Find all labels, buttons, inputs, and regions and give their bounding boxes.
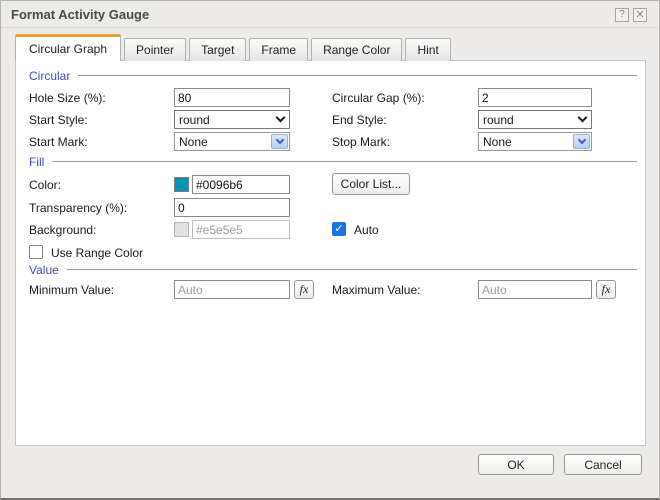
section-circular: Circular [29, 68, 637, 83]
tab-hint[interactable]: Hint [405, 38, 450, 61]
row-start-stop-mark: Start Mark: None Stop Mark: None [16, 132, 645, 152]
section-value: Value [29, 262, 637, 277]
use-range-color-checkbox[interactable] [29, 245, 43, 259]
chevron-down-icon [578, 113, 588, 123]
start-style-select[interactable]: round [174, 110, 290, 129]
background-label: Background: [29, 223, 96, 237]
chevron-down-icon [577, 136, 585, 144]
combo-dropdown-button[interactable] [573, 134, 590, 149]
minimum-value-input[interactable] [174, 280, 290, 299]
minimum-fx-button[interactable]: fx [294, 280, 314, 299]
row-color: Color: Color List... [16, 173, 645, 196]
row-hole-size: Hole Size (%): Circular Gap (%): [16, 88, 645, 108]
cancel-button[interactable]: Cancel [564, 454, 642, 475]
end-style-label: End Style: [332, 113, 387, 127]
end-style-select[interactable]: round [478, 110, 592, 129]
row-use-range-color: Use Range Color [16, 243, 645, 263]
section-value-title: Value [29, 263, 59, 277]
auto-checkbox[interactable]: ✓ [332, 222, 346, 236]
color-list-button[interactable]: Color List... [332, 173, 410, 195]
tab-bar: Circular Graph Pointer Target Frame Rang… [15, 34, 451, 61]
circular-gap-label: Circular Gap (%): [332, 91, 425, 105]
chevron-down-icon [275, 136, 283, 144]
dialog-title: Format Activity Gauge [11, 7, 149, 22]
tab-target[interactable]: Target [189, 38, 246, 61]
stop-mark-select[interactable]: None [478, 132, 592, 151]
section-divider [52, 161, 637, 162]
tab-range-color[interactable]: Range Color [311, 38, 402, 61]
combo-dropdown-button[interactable] [271, 134, 288, 149]
close-icon[interactable]: ✕ [633, 8, 647, 22]
start-style-label: Start Style: [29, 113, 88, 127]
color-swatch[interactable] [174, 177, 189, 192]
color-input[interactable] [192, 175, 290, 194]
section-divider [78, 75, 637, 76]
end-style-value: round [483, 113, 514, 127]
format-activity-gauge-dialog: Format Activity Gauge ? ✕ Circular Graph… [0, 0, 660, 500]
start-mark-label: Start Mark: [29, 135, 88, 149]
section-fill: Fill [29, 154, 637, 169]
section-circular-title: Circular [29, 69, 70, 83]
tab-pointer[interactable]: Pointer [124, 38, 186, 61]
ok-button[interactable]: OK [478, 454, 554, 475]
start-mark-select[interactable]: None [174, 132, 290, 151]
auto-checkbox-label: Auto [354, 223, 379, 237]
color-label: Color: [29, 178, 61, 192]
section-divider [67, 269, 637, 270]
hole-size-label: Hole Size (%): [29, 91, 106, 105]
start-mark-value: None [179, 135, 208, 149]
transparency-input[interactable] [174, 198, 290, 217]
use-range-color-label: Use Range Color [51, 246, 143, 260]
chevron-down-icon [276, 113, 286, 123]
circular-graph-panel: Circular Hole Size (%): Circular Gap (%)… [15, 60, 646, 446]
maximum-fx-button[interactable]: fx [596, 280, 616, 299]
row-background: Background: ✓ Auto [16, 220, 645, 240]
row-start-end-style: Start Style: round End Style: round [16, 110, 645, 130]
row-min-max-value: Minimum Value: fx Maximum Value: fx [16, 280, 645, 300]
background-swatch [174, 222, 189, 237]
stop-mark-label: Stop Mark: [332, 135, 390, 149]
maximum-value-label: Maximum Value: [332, 283, 420, 297]
hole-size-input[interactable] [174, 88, 290, 107]
stop-mark-value: None [483, 135, 512, 149]
circular-gap-input[interactable] [478, 88, 592, 107]
maximum-value-input[interactable] [478, 280, 592, 299]
row-transparency: Transparency (%): [16, 198, 645, 218]
background-input [192, 220, 290, 239]
tab-circular-graph[interactable]: Circular Graph [15, 34, 121, 61]
help-icon[interactable]: ? [615, 8, 629, 22]
start-style-value: round [179, 113, 210, 127]
tab-frame[interactable]: Frame [249, 38, 308, 61]
section-fill-title: Fill [29, 155, 44, 169]
transparency-label: Transparency (%): [29, 201, 127, 215]
title-bar: Format Activity Gauge ? ✕ [1, 1, 659, 28]
minimum-value-label: Minimum Value: [29, 283, 114, 297]
